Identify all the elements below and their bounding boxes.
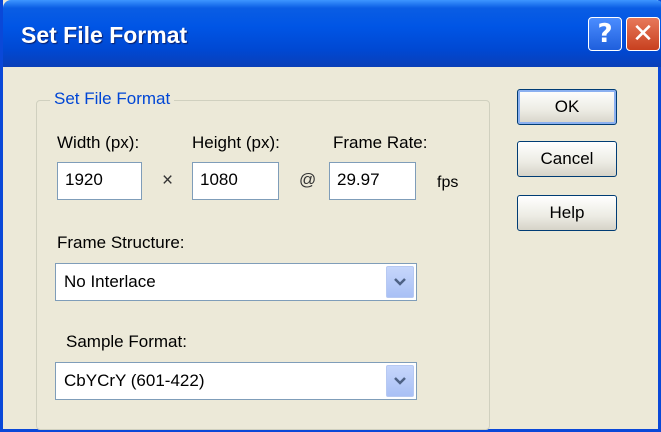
frame-structure-value: No Interlace <box>64 272 156 291</box>
frame-rate-label: Frame Rate: <box>333 133 428 152</box>
dialog-window: Set File Format ? ✕ Set File Format Widt… <box>0 0 661 432</box>
help-title-button[interactable]: ? <box>588 17 622 51</box>
close-icon: ✕ <box>632 19 654 49</box>
times-sign: × <box>162 170 174 191</box>
fps-unit: fps <box>437 174 459 191</box>
sample-format-label: Sample Format: <box>66 332 187 351</box>
help-button[interactable]: Help <box>517 195 617 231</box>
width-label: Width (px): <box>57 133 140 152</box>
chevron-down-icon[interactable] <box>386 266 414 298</box>
sample-format-select[interactable]: CbYCrY (601-422) <box>55 362 417 400</box>
ok-button[interactable]: OK <box>517 89 617 125</box>
height-input[interactable]: 1080 <box>192 162 279 200</box>
question-mark-icon: ? <box>597 19 613 49</box>
frame-rate-input[interactable]: 29.97 <box>329 162 416 200</box>
group-title: Set File Format <box>50 89 175 109</box>
frame-structure-select[interactable]: No Interlace <box>55 263 417 301</box>
cancel-button[interactable]: Cancel <box>517 141 617 177</box>
title-bar[interactable]: Set File Format ? ✕ <box>3 0 661 67</box>
at-sign: @ <box>299 170 317 189</box>
chevron-down-icon[interactable] <box>386 365 414 397</box>
sample-format-value: CbYCrY (601-422) <box>64 371 205 390</box>
width-input[interactable]: 1920 <box>57 162 142 200</box>
close-button[interactable]: ✕ <box>626 17 660 51</box>
frame-structure-label: Frame Structure: <box>57 233 185 252</box>
window-title: Set File Format <box>21 22 188 48</box>
height-label: Height (px): <box>192 133 280 152</box>
